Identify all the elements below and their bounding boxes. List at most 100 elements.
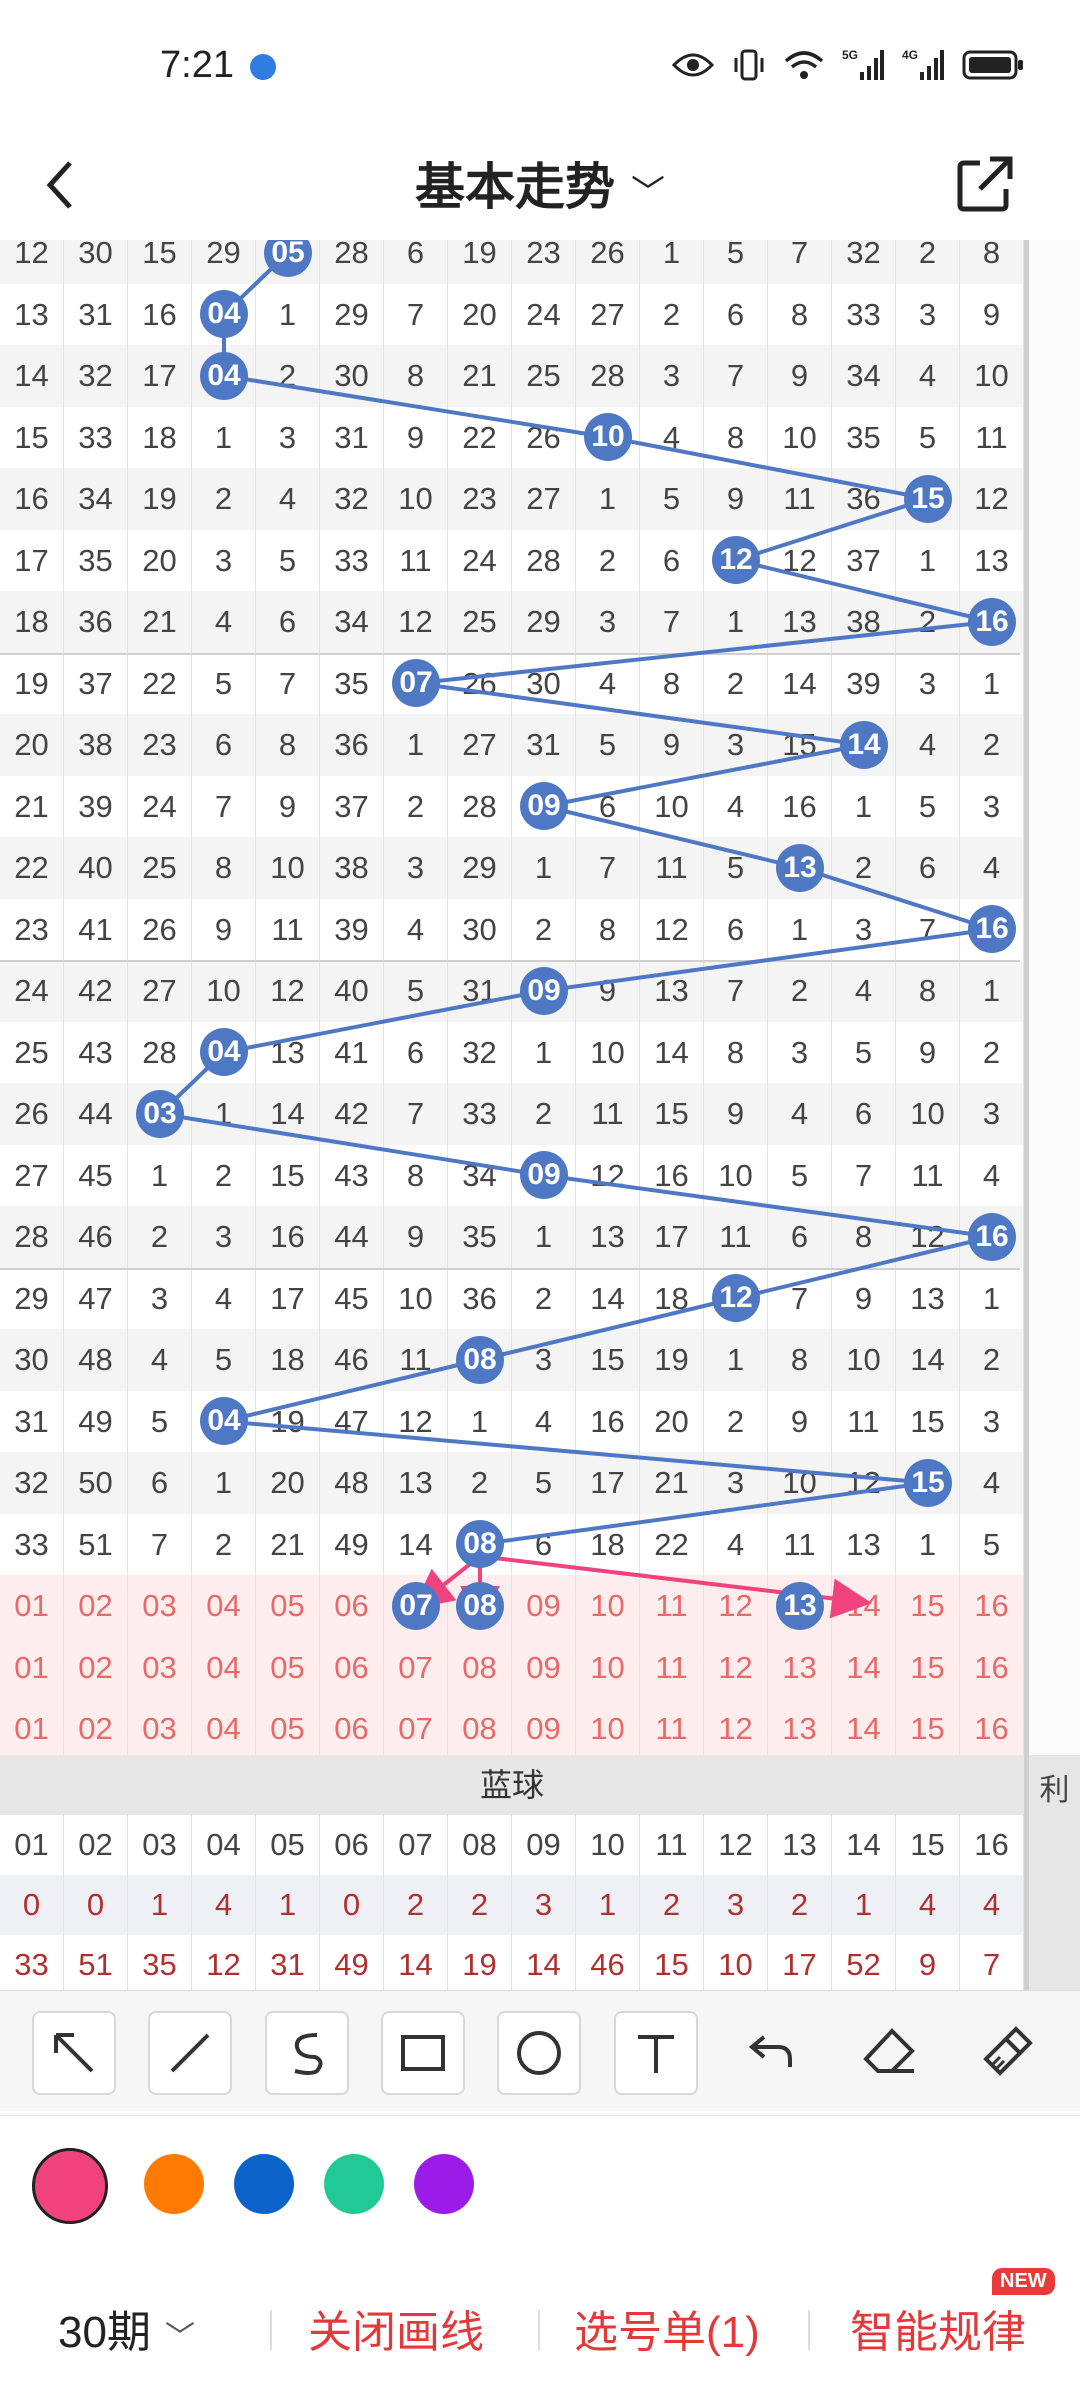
blue-stat-cell: 3 — [512, 1875, 576, 1935]
network-globe-icon — [250, 54, 276, 80]
blue-ball-header: 蓝球 — [0, 1755, 1024, 1815]
chevron-down-icon: ﹀ — [164, 2321, 195, 2354]
drawn-number-ball: 16 — [968, 1212, 1016, 1261]
drawn-number-ball: 04 — [200, 1028, 248, 1077]
blue-number-cell: 01 — [0, 1815, 64, 1875]
drawn-number-ball: 12 — [712, 1274, 760, 1323]
blue-number-cell: 10 — [576, 1815, 640, 1875]
drawn-number-ball: 09 — [520, 1151, 568, 1200]
blue-number-row: 01 02 03 04 05 06 07 08 09 10 11 12 13 14 15 16 — [0, 1815, 1024, 1875]
blue-number-cell: 12 — [704, 1815, 768, 1875]
blue-stat-cell: 3 — [704, 1875, 768, 1935]
selected-pick-ball[interactable]: 07 — [392, 1581, 440, 1630]
color-swatch-green[interactable] — [324, 2154, 384, 2214]
blue-number-cell: 16 — [960, 1815, 1024, 1875]
blue-side-pane: 利 — [1024, 1755, 1080, 1990]
blue-stat-cell: 1 — [576, 1875, 640, 1935]
drawn-number-ball: 12 — [712, 536, 760, 585]
rectangle-tool-button[interactable] — [381, 2011, 465, 2095]
share-icon[interactable] — [950, 149, 1020, 219]
color-swatch-pink[interactable] — [32, 2148, 108, 2224]
line-tool-button[interactable] — [148, 2011, 232, 2095]
blue-stat-cell: 35 — [128, 1935, 192, 1990]
svg-text:5G: 5G — [842, 48, 858, 62]
arrow-icon — [54, 2033, 94, 2073]
svg-text:4G: 4G — [902, 48, 918, 62]
blue-stat-cell: 46 — [576, 1935, 640, 1990]
color-picker — [0, 2115, 1080, 2256]
blue-stat-row-1: 0014102231232144 — [0, 1875, 1024, 1935]
drawn-number-ball: 13 — [776, 843, 824, 892]
signal-5g-icon: 5G — [842, 48, 884, 87]
blue-stat-cell: 14 — [512, 1935, 576, 1990]
blue-stat-cell: 4 — [960, 1875, 1024, 1935]
pick-list-button[interactable]: 选号单(1) — [574, 2296, 760, 2360]
blue-number-cell: 04 — [192, 1815, 256, 1875]
curve-tool-button[interactable] — [265, 2011, 349, 2095]
drawn-number-ball: 03 — [136, 1089, 184, 1138]
text-icon — [638, 2035, 674, 2073]
chevron-down-icon: ﹀ — [631, 174, 665, 212]
eraser-button[interactable] — [848, 2011, 928, 2091]
blue-stat-cell: 0 — [64, 1875, 128, 1935]
color-swatch-orange[interactable] — [144, 2154, 204, 2214]
circle-tool-button[interactable] — [497, 2011, 581, 2095]
blue-number-cell: 02 — [64, 1815, 128, 1875]
drawn-number-ball: 09 — [520, 966, 568, 1015]
smart-rules-button[interactable]: 智能规律 — [850, 2296, 1026, 2360]
blue-stat-cell: 2 — [448, 1875, 512, 1935]
blue-stat-cell: 19 — [448, 1935, 512, 1990]
bottom-bar: 30期 ﹀ 关闭画线 选号单(1) 智能规律 NEW — [0, 2260, 1080, 2400]
undo-button[interactable] — [732, 2011, 812, 2091]
drawing-toolbar — [0, 1990, 1080, 2111]
blue-side-label: 利 — [1039, 1774, 1070, 1807]
blue-stat-cell: 52 — [832, 1935, 896, 1990]
close-drawing-button[interactable]: 关闭画线 — [308, 2296, 484, 2360]
signal-4g-icon: 4G — [902, 48, 944, 87]
drawn-number-ball: 16 — [968, 597, 1016, 646]
blue-stat-cell: 4 — [896, 1875, 960, 1935]
selected-pick-ball[interactable]: 13 — [776, 1581, 824, 1630]
blue-stat-cell: 2 — [640, 1875, 704, 1935]
blue-stat-cell: 0 — [0, 1875, 64, 1935]
rectangle-icon — [401, 2035, 445, 2071]
blue-stat-cell: 9 — [896, 1935, 960, 1990]
blue-stat-cell: 33 — [0, 1935, 64, 1990]
blue-number-cell: 06 — [320, 1815, 384, 1875]
blue-number-cell: 09 — [512, 1815, 576, 1875]
curve-icon — [294, 2033, 323, 2075]
blue-stat-cell: 51 — [64, 1935, 128, 1990]
blue-number-cell: 13 — [768, 1815, 832, 1875]
status-time: 7:21 — [160, 44, 234, 86]
blue-stat-cell: 1 — [128, 1875, 192, 1935]
color-swatch-purple[interactable] — [414, 2154, 474, 2214]
new-badge: NEW — [992, 2268, 1055, 2295]
drawn-number-ball: 04 — [200, 1397, 248, 1446]
selected-pick-ball[interactable]: 08 — [456, 1581, 504, 1630]
text-tool-button[interactable] — [614, 2011, 698, 2095]
page-title[interactable]: 基本走势 ﹀ — [0, 147, 1080, 219]
drawn-number-ball: 04 — [200, 351, 248, 400]
blue-stat-cell: 7 — [960, 1935, 1024, 1990]
battery-icon — [962, 49, 1024, 86]
blue-stat-cell: 0 — [320, 1875, 384, 1935]
arrow-tool-button[interactable] — [32, 2011, 116, 2095]
blue-stat-cell: 4 — [192, 1875, 256, 1935]
blue-stat-cell: 2 — [768, 1875, 832, 1935]
divider — [270, 2310, 272, 2350]
color-swatch-blue[interactable] — [234, 2154, 294, 2214]
period-selector[interactable]: 30期 ﹀ — [58, 2296, 195, 2360]
drawn-number-ball: 08 — [456, 1520, 504, 1569]
vibrate-icon — [732, 48, 766, 87]
blue-stat-cell: 31 — [256, 1935, 320, 1990]
blue-stat-cell: 2 — [384, 1875, 448, 1935]
page-title-text: 基本走势 — [415, 159, 615, 215]
clear-button[interactable] — [964, 2011, 1044, 2091]
line-icon — [170, 2033, 210, 2073]
wifi-icon — [784, 49, 824, 86]
blue-number-cell: 08 — [448, 1815, 512, 1875]
circle-icon — [517, 2031, 561, 2075]
undo-icon — [748, 2035, 792, 2067]
blue-number-cell: 07 — [384, 1815, 448, 1875]
drawn-number-ball: 14 — [840, 720, 888, 769]
